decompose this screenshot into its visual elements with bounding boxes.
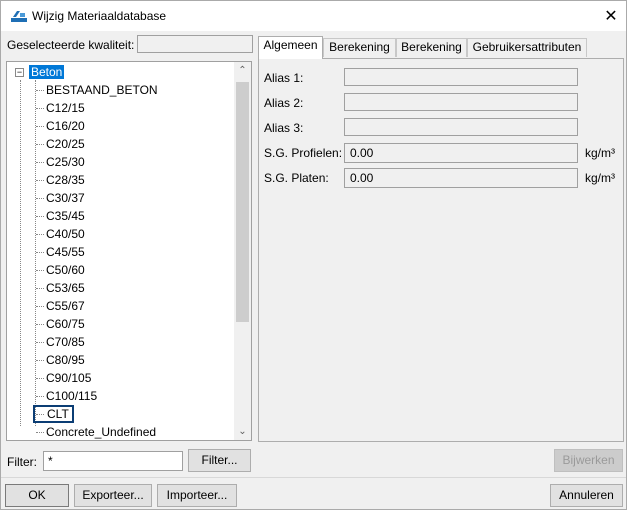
tree-item[interactable]: C35/45 (46, 207, 85, 225)
alias1-field[interactable] (344, 68, 578, 86)
sg-profielen-field[interactable]: 0.00 (344, 143, 578, 163)
tree-item[interactable]: C70/85 (46, 333, 85, 351)
sg-platen-field[interactable]: 0.00 (344, 168, 578, 188)
material-database-icon (11, 9, 27, 23)
tree-connector (36, 360, 44, 361)
scroll-up-icon[interactable]: ⌃ (234, 62, 251, 79)
tree-root-beton[interactable]: Beton (29, 63, 65, 81)
annuleren-button[interactable]: Annuleren (550, 484, 623, 507)
tree-item[interactable]: C40/50 (46, 225, 85, 243)
title-bar: Wijzig Materiaaldatabase ✕ (1, 1, 626, 31)
tree-connector (36, 90, 44, 91)
alias3-label: Alias 3: (264, 121, 304, 135)
tree-connector (20, 80, 21, 426)
tree-item[interactable]: Concrete_Undefined (46, 423, 156, 440)
tree-connector (36, 234, 44, 235)
tree-connector (36, 126, 44, 127)
footer-divider (1, 477, 626, 478)
tree-connector (36, 198, 44, 199)
tree-connector (36, 180, 44, 181)
exporteer-button[interactable]: Exporteer... (74, 484, 152, 507)
scroll-down-icon[interactable]: ⌄ (234, 423, 251, 440)
scroll-thumb[interactable] (236, 82, 249, 322)
alias2-field[interactable] (344, 93, 578, 111)
importeer-button[interactable]: Importeer... (157, 484, 237, 507)
tree-item[interactable]: C53/65 (46, 279, 85, 297)
alias1-label: Alias 1: (264, 71, 304, 85)
tab-gebruikersattributen[interactable]: Gebruikersattributen (467, 38, 587, 57)
tree-item[interactable]: C50/60 (46, 261, 85, 279)
close-icon: ✕ (604, 8, 618, 25)
sg-platen-label: S.G. Platen: (264, 171, 329, 185)
tree-connector (36, 216, 44, 217)
tree-item[interactable]: C30/37 (46, 189, 85, 207)
tree-item[interactable]: C12/15 (46, 99, 85, 117)
window-title: Wijzig Materiaaldatabase (32, 9, 167, 23)
tree-connector (36, 324, 44, 325)
tree-item[interactable]: C80/95 (46, 351, 85, 369)
tree-connector (36, 108, 44, 109)
tree-connector (36, 432, 44, 433)
dialog-window: Wijzig Materiaaldatabase ✕ Geselecteerde… (0, 0, 627, 510)
tree-item[interactable]: C25/30 (46, 153, 85, 171)
filter-button[interactable]: Filter... (188, 449, 251, 472)
sg-platen-unit: kg/m³ (585, 171, 615, 185)
tree-scrollbar[interactable]: ⌃ ⌄ (234, 62, 251, 440)
tree-connector (36, 144, 44, 145)
tree-item[interactable]: C60/75 (46, 315, 85, 333)
tree-connector (36, 306, 44, 307)
selected-quality-field (137, 35, 253, 53)
tree-item[interactable]: C55/67 (46, 297, 85, 315)
alias2-label: Alias 2: (264, 96, 304, 110)
tab-algemeen[interactable]: Algemeen (258, 36, 323, 59)
tab-berekening-2[interactable]: Berekening (396, 38, 467, 57)
tree-connector (35, 80, 36, 426)
tree-connector (36, 162, 44, 163)
collapse-icon[interactable]: − (15, 68, 24, 77)
tree-item[interactable]: C45/55 (46, 243, 85, 261)
tab-berekening-1[interactable]: Berekening (323, 38, 396, 57)
tree-item[interactable]: C100/115 (46, 387, 97, 405)
tree-connector (36, 252, 44, 253)
tree-connector (36, 378, 44, 379)
tab-panel-algemeen: Alias 1: Alias 2: Alias 3: S.G. Profiele… (258, 58, 624, 442)
close-button[interactable]: ✕ (596, 1, 626, 31)
ok-button[interactable]: OK (5, 484, 69, 507)
selected-quality-label: Geselecteerde kwaliteit: (7, 38, 135, 52)
tree-connector (36, 288, 44, 289)
tree-item[interactable]: BESTAAND_BETON (46, 81, 158, 99)
tree-connector (36, 342, 44, 343)
tree-item[interactable]: C16/20 (46, 117, 85, 135)
tree-item[interactable]: C90/105 (46, 369, 91, 387)
sg-profielen-label: S.G. Profielen: (264, 146, 343, 160)
sg-profielen-unit: kg/m³ (585, 146, 615, 160)
filter-label: Filter: (7, 455, 37, 469)
tree-item[interactable]: C20/25 (46, 135, 85, 153)
tree-item[interactable]: CLT (33, 405, 74, 423)
filter-input[interactable]: * (43, 451, 183, 471)
alias3-field[interactable] (344, 118, 578, 136)
tree-connector (36, 270, 44, 271)
tree-item[interactable]: C28/35 (46, 171, 85, 189)
material-tree[interactable]: − Beton BESTAAND_BETON C12/15 C16/20 C20/25… (6, 61, 252, 441)
tree-connector (36, 396, 44, 397)
bijwerken-button[interactable]: Bijwerken (554, 449, 623, 472)
